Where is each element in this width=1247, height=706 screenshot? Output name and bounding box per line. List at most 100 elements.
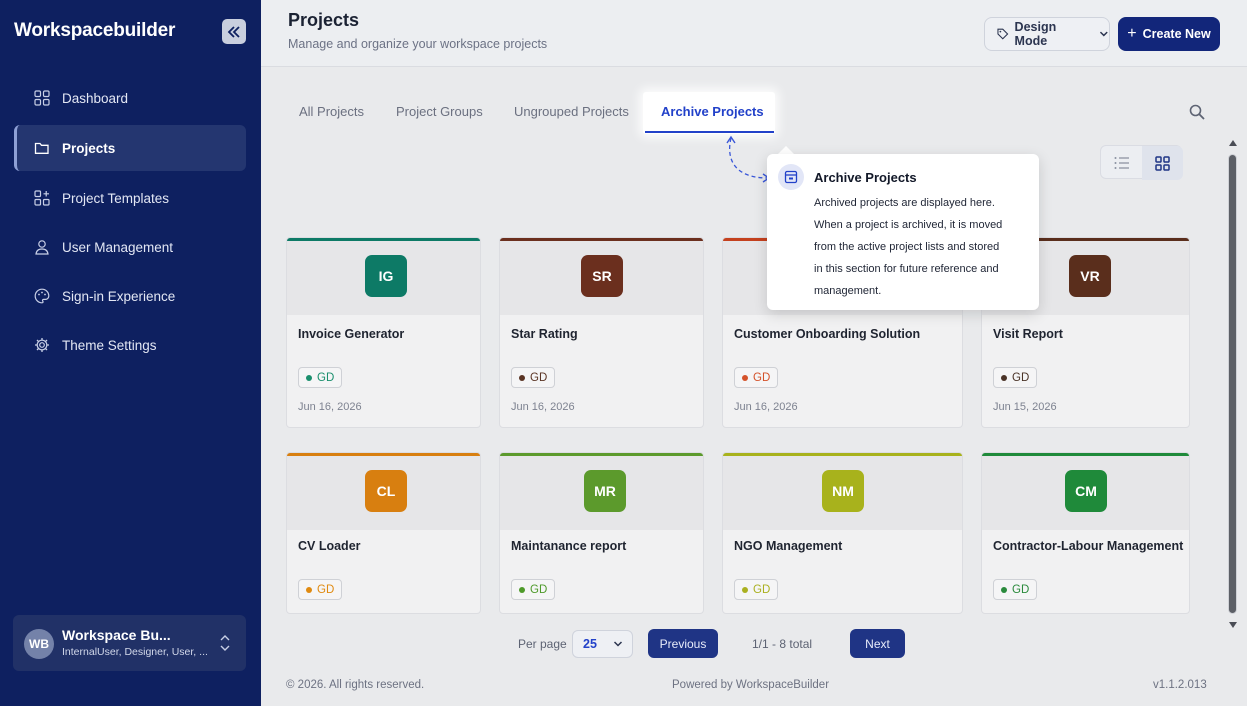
project-name: Contractor-Labour Management bbox=[993, 539, 1184, 553]
palette-icon bbox=[34, 288, 50, 304]
page-info: 1/1 - 8 total bbox=[752, 637, 813, 651]
tooltip-line: When a project is archived, it is moved bbox=[814, 219, 1003, 231]
status-badge: GD bbox=[511, 367, 556, 388]
tab-project-groups[interactable]: Project Groups bbox=[396, 104, 483, 119]
badge-label: GD bbox=[1012, 583, 1030, 596]
user-roles: InternalUser, Designer, User, ... bbox=[62, 646, 208, 658]
sidebar-item-theme-settings[interactable]: Theme Settings bbox=[14, 322, 246, 368]
search-icon[interactable] bbox=[1189, 104, 1205, 120]
badge-label: GD bbox=[317, 583, 335, 596]
tooltip-line: management. bbox=[814, 285, 882, 297]
sidebar-item-projects[interactable]: Projects bbox=[14, 125, 246, 171]
collapse-sidebar-button[interactable] bbox=[222, 19, 246, 44]
tab-archive-projects[interactable]: Archive Projects bbox=[661, 104, 764, 119]
project-card-cv-loader[interactable]: CL CV Loader GD bbox=[286, 452, 481, 614]
project-monogram: NM bbox=[822, 470, 864, 512]
project-card-ngo-management[interactable]: NM NGO Management GD bbox=[722, 452, 963, 614]
badge-dot bbox=[519, 374, 525, 381]
grid-view-button[interactable] bbox=[1142, 146, 1183, 180]
grid-icon bbox=[1155, 155, 1170, 171]
project-date: Jun 16, 2026 bbox=[734, 401, 798, 413]
gear-icon bbox=[34, 337, 50, 353]
project-monogram: CL bbox=[365, 470, 407, 512]
tab-all-projects[interactable]: All Projects bbox=[299, 104, 364, 119]
project-name: Customer Onboarding Solution bbox=[734, 327, 921, 341]
design-mode-dropdown[interactable]: Design Mode bbox=[984, 17, 1110, 51]
project-card-invoice-generator[interactable]: IG Invoice Generator GD Jun 16, 2026 bbox=[286, 237, 481, 428]
archive-icon bbox=[778, 164, 804, 190]
previous-page-button[interactable]: Previous bbox=[648, 629, 718, 658]
tooltip-caret bbox=[778, 146, 794, 154]
badge-label: GD bbox=[530, 583, 548, 596]
tooltip-line: from the active project lists and stored bbox=[814, 241, 1000, 253]
tooltip-line: in this section for future reference and bbox=[814, 263, 999, 275]
create-new-button[interactable]: + Create New bbox=[1118, 17, 1220, 51]
sidebar-item-sign-in-experience[interactable]: Sign-in Experience bbox=[14, 273, 246, 319]
sidebar-item-label: Dashboard bbox=[62, 90, 129, 106]
project-monogram: IG bbox=[365, 255, 407, 297]
footer-version: v1.1.2.013 bbox=[1153, 679, 1207, 691]
tag-icon bbox=[997, 28, 1009, 40]
status-badge: GD bbox=[511, 579, 556, 600]
user-profile-card[interactable]: WB Workspace Bu... InternalUser, Designe… bbox=[13, 615, 246, 671]
scroll-down-arrow-icon[interactable] bbox=[1228, 620, 1238, 630]
list-icon bbox=[1114, 157, 1129, 169]
sidebar: Workspacebuilder Dashboard Projects Proj… bbox=[0, 0, 261, 706]
sidebar-item-dashboard[interactable]: Dashboard bbox=[14, 75, 246, 121]
sidebar-item-label: Sign-in Experience bbox=[62, 288, 176, 304]
project-card-maintanance-report[interactable]: MR Maintanance report GD bbox=[499, 452, 704, 614]
project-monogram: CM bbox=[1065, 470, 1107, 512]
tab-ungrouped-projects[interactable]: Ungrouped Projects bbox=[514, 104, 629, 119]
user-name: Workspace Bu... bbox=[62, 627, 171, 643]
badge-dot bbox=[306, 374, 312, 381]
badge-label: GD bbox=[753, 583, 771, 596]
footer-copyright: © 2026. All rights reserved. bbox=[286, 679, 425, 691]
project-name: Maintanance report bbox=[511, 539, 627, 553]
project-name: NGO Management bbox=[734, 539, 843, 553]
tooltip-title: Archive Projects bbox=[814, 170, 917, 185]
chevron-down-icon bbox=[1100, 31, 1109, 37]
tooltip-line: Archived projects are displayed here. bbox=[814, 197, 995, 209]
badge-dot bbox=[742, 586, 748, 593]
project-monogram: VR bbox=[1069, 255, 1111, 297]
badge-dot bbox=[306, 586, 312, 593]
status-badge: GD bbox=[734, 579, 779, 600]
badge-label: GD bbox=[1012, 371, 1030, 384]
footer-powered-by: Powered by WorkspaceBuilder bbox=[672, 679, 830, 691]
scroll-up-arrow-icon[interactable] bbox=[1228, 138, 1238, 148]
page-title: Projects bbox=[288, 10, 360, 30]
status-badge: GD bbox=[993, 579, 1038, 600]
sidebar-item-label: Projects bbox=[62, 140, 116, 156]
tooltip-body: Archived projects are displayed here. Wh… bbox=[814, 192, 1029, 302]
project-name: Visit Report bbox=[993, 327, 1063, 341]
scrollbar-thumb[interactable] bbox=[1229, 155, 1236, 613]
per-page-label: Per page bbox=[518, 637, 567, 651]
plus-icon: + bbox=[1127, 25, 1137, 42]
project-date: Jun 16, 2026 bbox=[298, 401, 362, 413]
create-new-label: Create New bbox=[1142, 27, 1211, 41]
chevron-up-down-icon[interactable] bbox=[218, 631, 232, 655]
next-page-button[interactable]: Next bbox=[850, 629, 905, 658]
badge-label: GD bbox=[753, 371, 771, 384]
project-name: Invoice Generator bbox=[298, 327, 405, 341]
per-page-select[interactable]: 25 bbox=[572, 630, 633, 658]
user-icon bbox=[34, 239, 50, 255]
folder-icon bbox=[34, 140, 50, 156]
brand-logo-text: Workspacebuilder bbox=[14, 20, 176, 41]
project-card-contractor-labour[interactable]: CM Contractor-Labour Management GD bbox=[981, 452, 1190, 614]
design-mode-label: Design Mode bbox=[1014, 20, 1057, 48]
badge-dot bbox=[742, 374, 748, 381]
list-view-button[interactable] bbox=[1101, 146, 1142, 180]
status-badge: GD bbox=[298, 579, 343, 600]
project-date: Jun 16, 2026 bbox=[511, 401, 575, 413]
badge-dot bbox=[519, 586, 525, 593]
view-toggle bbox=[1100, 145, 1183, 180]
sidebar-item-label: Project Templates bbox=[62, 190, 170, 206]
avatar: WB bbox=[24, 629, 54, 659]
chevrons-left-icon bbox=[227, 25, 240, 38]
sidebar-item-project-templates[interactable]: Project Templates bbox=[14, 175, 246, 221]
chevron-down-icon bbox=[613, 641, 623, 647]
tooltip-archive-projects: Archive Projects Archived projects are d… bbox=[767, 154, 1039, 310]
sidebar-item-user-management[interactable]: User Management bbox=[14, 224, 246, 270]
project-card-star-rating[interactable]: SR Star Rating GD Jun 16, 2026 bbox=[499, 237, 704, 428]
